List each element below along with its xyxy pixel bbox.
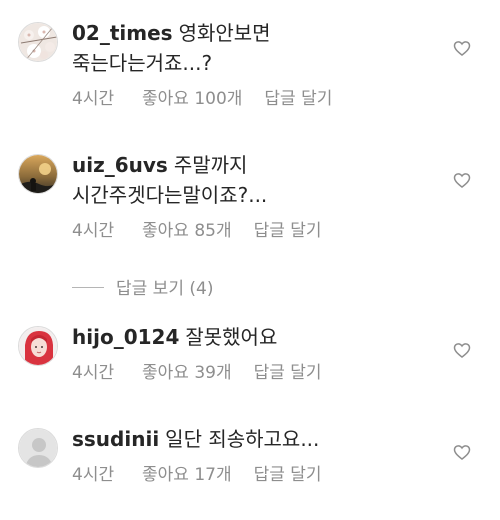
comment-username[interactable]: uiz_6uvs — [72, 153, 168, 177]
comment-username[interactable]: 02_times — [72, 21, 173, 45]
avatar[interactable] — [18, 428, 58, 468]
comment-list: 02_times 영화안보면 죽는다는거죠...? 4시간 좋아요 100개 답글 달… — [0, 0, 500, 520]
heart-icon[interactable] — [452, 38, 472, 58]
heart-icon[interactable] — [452, 170, 472, 190]
comment-likes[interactable]: 좋아요 17개 — [142, 464, 232, 486]
comment-body: 02_times 영화안보면 죽는다는거죠...? 4시간 좋아요 100개 답글 달… — [72, 18, 412, 110]
heart-icon[interactable] — [452, 442, 472, 462]
comment-text-block: hijo_0124 잘못했어요 — [72, 322, 412, 352]
comment-text-block: 02_times 영화안보면 죽는다는거죠...? — [72, 18, 412, 78]
view-replies-button[interactable]: 답글 보기 (4) — [72, 274, 213, 299]
default-profile-avatar-image — [19, 429, 57, 467]
comment-text-block: uiz_6uvs 주말까지 시간주겟다는말이죠?... — [72, 150, 412, 210]
comment-time: 4시간 — [72, 89, 115, 109]
reply-button[interactable]: 답글 달기 — [254, 220, 322, 242]
comment-username[interactable]: hijo_0124 — [72, 325, 179, 349]
comment-time: 4시간 — [72, 363, 115, 383]
comment-meta: 4시간 좋아요 39개 답글 달기 — [72, 362, 412, 384]
comment-likes[interactable]: 좋아요 39개 — [142, 362, 232, 384]
avatar[interactable] — [18, 22, 58, 62]
comment-time: 4시간 — [72, 221, 115, 241]
comment-text: 잘못했어요 — [185, 325, 278, 349]
sunset-avatar-image — [19, 155, 57, 193]
comment-body: hijo_0124 잘못했어요 4시간 좋아요 39개 답글 달기 — [72, 322, 412, 384]
heart-icon[interactable] — [452, 340, 472, 360]
comment-time: 4시간 — [72, 465, 115, 485]
comment-meta: 4시간 좋아요 17개 답글 달기 — [72, 464, 412, 486]
avatar[interactable] — [18, 154, 58, 194]
comment-username[interactable]: ssudinii — [72, 427, 159, 451]
comment-text: 일단 죄송하고요... — [165, 427, 320, 451]
view-replies-divider — [72, 287, 104, 288]
comment-body: uiz_6uvs 주말까지 시간주겟다는말이죠?... 4시간 좋아요 85개 답글 … — [72, 150, 412, 242]
comment-likes[interactable]: 좋아요 85개 — [142, 220, 232, 242]
red-hair-avatar-image — [19, 327, 57, 365]
comment-body: ssudinii 일단 죄송하고요... 4시간 좋아요 17개 답글 달기 — [72, 424, 412, 486]
reply-button[interactable]: 답글 달기 — [254, 464, 322, 486]
comment-meta: 4시간 좋아요 100개 답글 달기 — [72, 88, 412, 110]
avatar[interactable] — [18, 326, 58, 366]
comment-meta: 4시간 좋아요 85개 답글 달기 — [72, 220, 412, 242]
reply-button[interactable]: 답글 달기 — [254, 362, 322, 384]
comment-text-block: ssudinii 일단 죄송하고요... — [72, 424, 412, 454]
reply-button[interactable]: 답글 달기 — [264, 88, 332, 110]
comment-likes[interactable]: 좋아요 100개 — [142, 88, 242, 110]
blossom-avatar-image — [19, 23, 57, 61]
view-replies-label: 답글 보기 (4) — [116, 279, 214, 299]
